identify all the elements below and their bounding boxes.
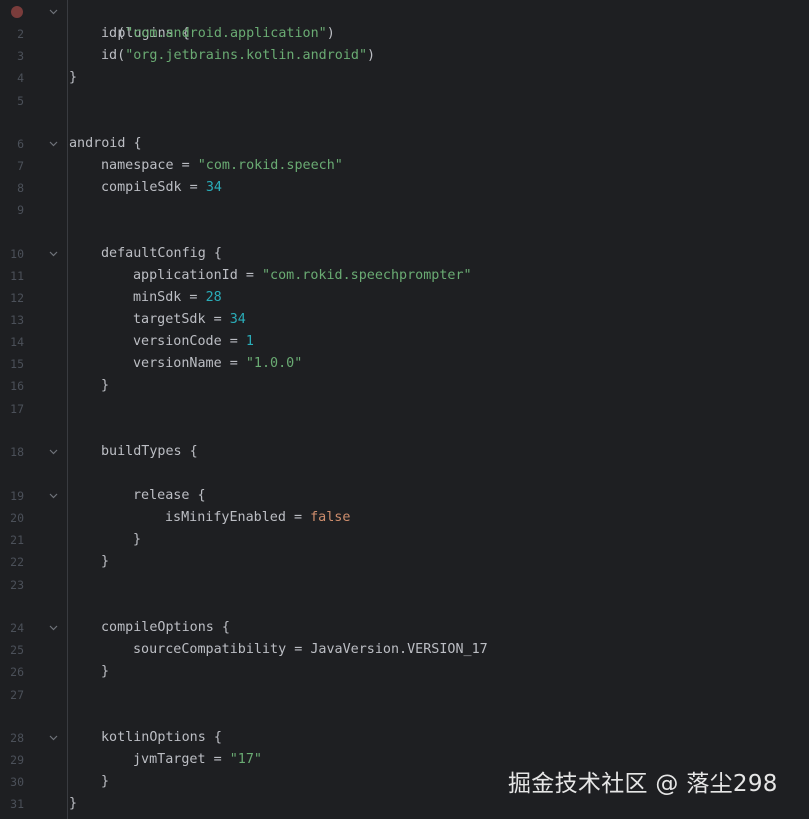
code-text: applicationId = "com.rokid.speechprompte… (133, 268, 472, 283)
fold-chevron-down-icon[interactable] (49, 1, 59, 23)
line-number: 23 (10, 578, 24, 592)
fold-chevron-down-icon[interactable] (49, 243, 59, 265)
code-text: kotlinOptions { (101, 730, 222, 745)
code-text: id("org.jetbrains.kotlin.android") (101, 48, 376, 63)
code-line-18[interactable]: 18 buildTypes { (0, 441, 809, 463)
line-number: 31 (10, 797, 24, 811)
code-line-3[interactable]: 3 id("org.jetbrains.kotlin.android") (0, 45, 809, 67)
line-number: 6 (17, 137, 24, 151)
line-number: 28 (10, 731, 24, 745)
line-number: 26 (10, 665, 24, 679)
code-text: id("com.android.application") (101, 26, 335, 41)
line-number: 8 (17, 181, 24, 195)
line-number: 14 (10, 335, 24, 349)
line-number: 30 (10, 775, 24, 789)
code-text: } (101, 378, 110, 393)
breakpoint-icon[interactable] (11, 6, 23, 18)
code-line-27[interactable]: 27 (0, 684, 809, 706)
line-number: 7 (17, 159, 24, 173)
code-text: isMinifyEnabled = false (165, 510, 351, 525)
line-number: 13 (10, 313, 24, 327)
code-line-11[interactable]: 11 applicationId = "com.rokid.speechprom… (0, 265, 809, 287)
code-line-15[interactable]: 15 versionName = "1.0.0" (0, 353, 809, 375)
line-number: 4 (17, 71, 24, 85)
line-number: 29 (10, 753, 24, 767)
code-text: versionName = "1.0.0" (133, 356, 303, 371)
code-text: versionCode = 1 (133, 334, 254, 349)
code-text: defaultConfig { (101, 246, 222, 261)
code-text: } (101, 554, 110, 569)
code-text: jvmTarget = "17" (133, 752, 262, 767)
code-text: sourceCompatibility = JavaVersion.VERSIO… (133, 642, 488, 657)
code-line-22[interactable]: 22 } (0, 551, 809, 573)
code-text: } (69, 796, 78, 811)
code-line-4[interactable]: 4 } (0, 67, 809, 89)
code-line-13[interactable]: 13 targetSdk = 34 (0, 309, 809, 331)
line-number: 18 (10, 445, 24, 459)
fold-chevron-down-icon[interactable] (49, 133, 59, 155)
code-line-1[interactable]: plugins { (0, 1, 809, 41)
code-line-6[interactable]: 6 android { (0, 133, 809, 155)
code-text: compileOptions { (101, 620, 230, 635)
code-line-26[interactable]: 26 } (0, 661, 809, 683)
code-text: namespace = "com.rokid.speech" (101, 158, 343, 173)
line-number: 9 (17, 203, 24, 217)
code-text: } (133, 532, 142, 547)
code-line-17[interactable]: 17 (0, 398, 809, 420)
code-line-5[interactable]: 5 (0, 90, 809, 112)
line-number: 27 (10, 688, 24, 702)
code-line-7[interactable]: 7 namespace = "com.rokid.speech" (0, 155, 809, 177)
line-number: 3 (17, 49, 24, 63)
fold-chevron-down-icon[interactable] (49, 485, 59, 507)
code-text: android { (69, 136, 142, 151)
code-text: release { (133, 488, 206, 503)
line-number: 11 (10, 269, 24, 283)
code-line-24[interactable]: 24 compileOptions { (0, 617, 809, 639)
line-number: 24 (10, 621, 24, 635)
code-line-14[interactable]: 14 versionCode = 1 (0, 331, 809, 353)
code-text: targetSdk = 34 (133, 312, 246, 327)
line-number: 16 (10, 379, 24, 393)
code-line-20[interactable]: 20 isMinifyEnabled = false (0, 507, 809, 529)
code-line-28[interactable]: 28 kotlinOptions { (0, 727, 809, 749)
line-number: 15 (10, 357, 24, 371)
line-number: 25 (10, 643, 24, 657)
code-line-12[interactable]: 12 minSdk = 28 (0, 287, 809, 309)
line-number: 2 (17, 27, 24, 41)
line-number: 19 (10, 489, 24, 503)
code-line-21[interactable]: 21 } (0, 529, 809, 551)
line-number: 12 (10, 291, 24, 305)
fold-chevron-down-icon[interactable] (49, 617, 59, 639)
watermark: 掘金技术社区 @ 落尘298 (508, 771, 778, 797)
line-number: 22 (10, 555, 24, 569)
code-text: buildTypes { (101, 444, 198, 459)
line-number: 21 (10, 533, 24, 547)
line-number: 17 (10, 402, 24, 416)
code-line-23[interactable]: 23 (0, 574, 809, 596)
code-line-16[interactable]: 16 } (0, 375, 809, 397)
code-line-25[interactable]: 25 sourceCompatibility = JavaVersion.VER… (0, 639, 809, 661)
line-number: 5 (17, 94, 24, 108)
fold-chevron-down-icon[interactable] (49, 441, 59, 463)
line-number: 20 (10, 511, 24, 525)
code-line-9[interactable]: 9 (0, 199, 809, 221)
fold-chevron-down-icon[interactable] (49, 727, 59, 749)
code-text: } (101, 664, 110, 679)
code-line-10[interactable]: 10 defaultConfig { (0, 243, 809, 265)
code-text: minSdk = 28 (133, 290, 222, 305)
line-number: 10 (10, 247, 24, 261)
code-text: compileSdk = 34 (101, 180, 222, 195)
code-text: } (69, 70, 78, 85)
code-line-8[interactable]: 8 compileSdk = 34 (0, 177, 809, 199)
code-text: } (101, 774, 110, 789)
code-editor[interactable]: plugins { 2 id("com.android.application"… (0, 0, 809, 819)
code-line-19[interactable]: 19 release { (0, 485, 809, 507)
code-line-2[interactable]: 2 id("com.android.application") (0, 23, 809, 45)
